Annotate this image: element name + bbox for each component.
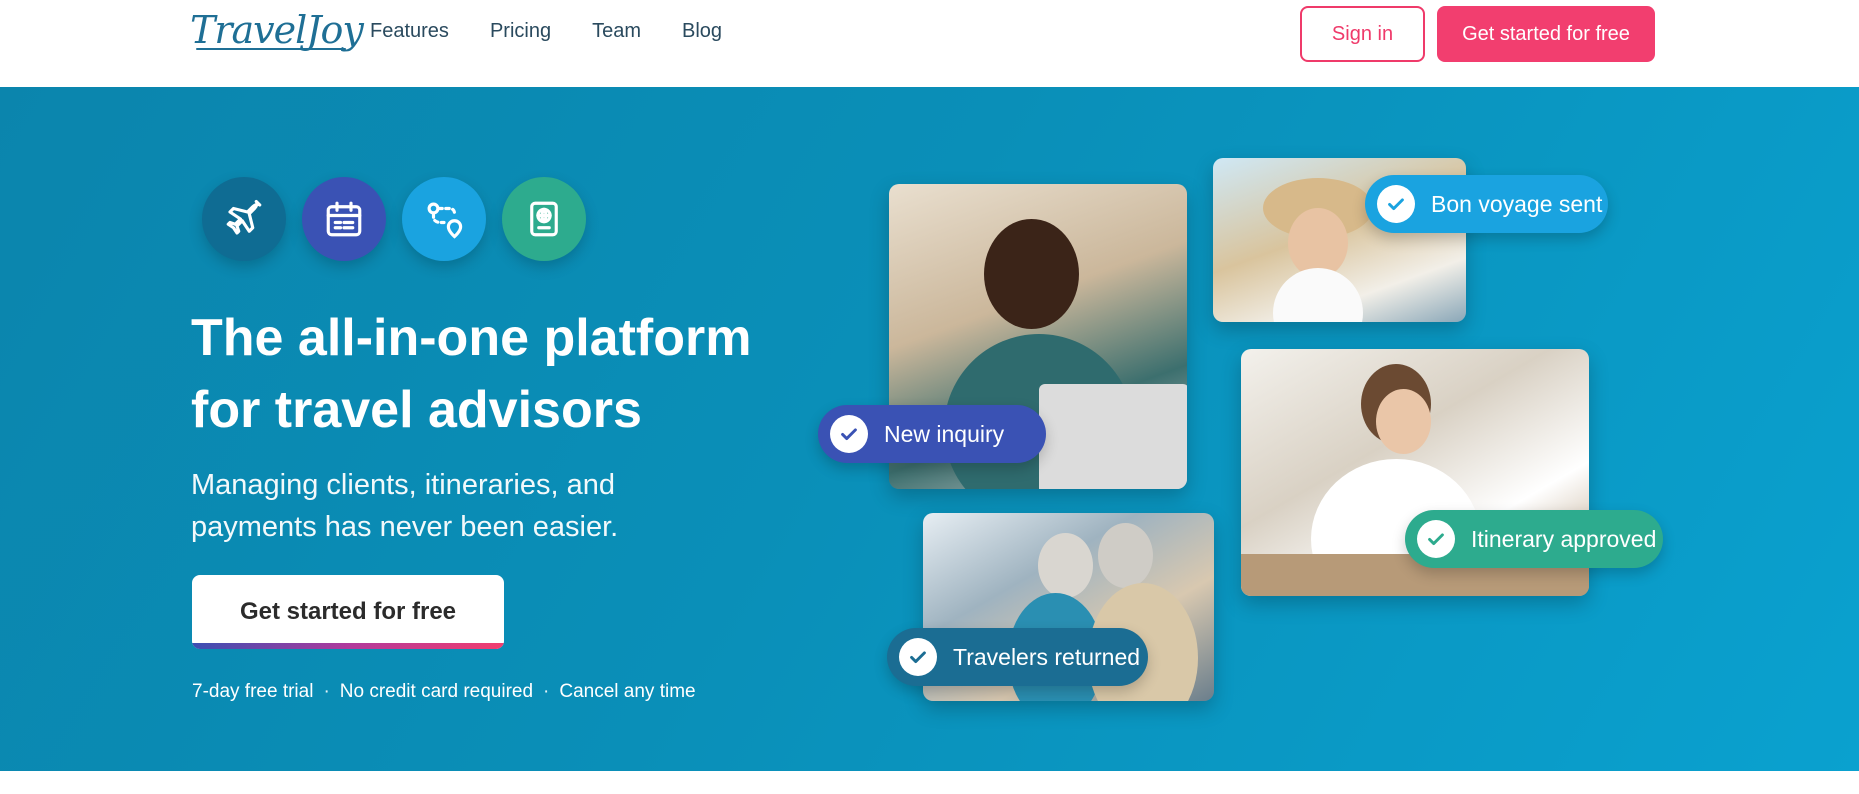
hero-section: The all-in-one platform for travel advis… bbox=[0, 87, 1859, 771]
get-started-header-button[interactable]: Get started for free bbox=[1437, 6, 1655, 62]
sign-in-button[interactable]: Sign in bbox=[1300, 6, 1425, 62]
get-started-hero-button[interactable]: Get started for free bbox=[192, 575, 504, 649]
separator-dot: · bbox=[323, 681, 330, 702]
trial-item-no-card: No credit card required bbox=[339, 681, 534, 702]
trial-item-cancel: Cancel any time bbox=[559, 681, 696, 702]
logo-underline bbox=[196, 48, 346, 50]
separator-dot: · bbox=[543, 681, 550, 702]
status-pill-bon-voyage: Bon voyage sent bbox=[1365, 175, 1608, 233]
page-bottom-strip bbox=[0, 771, 1859, 794]
trial-item-free-trial: 7-day free trial bbox=[192, 681, 314, 702]
nav-link-team[interactable]: Team bbox=[592, 20, 641, 43]
site-header: TravelJoy Features Pricing Team Blog Sig… bbox=[0, 0, 1859, 87]
passport-icon bbox=[502, 177, 586, 261]
headline-line-1: The all-in-one platform bbox=[191, 309, 752, 367]
hero-subheadline: Managing clients, itineraries, and payme… bbox=[191, 464, 711, 548]
status-pill-new-inquiry: New inquiry bbox=[818, 405, 1046, 463]
check-icon bbox=[1377, 185, 1415, 223]
nav-link-features[interactable]: Features bbox=[370, 20, 449, 43]
status-label: Bon voyage sent bbox=[1431, 190, 1603, 217]
travel-joy-logo[interactable]: TravelJoy bbox=[190, 8, 364, 52]
nav-link-pricing[interactable]: Pricing bbox=[490, 20, 551, 43]
airplane-icon bbox=[202, 177, 286, 261]
status-pill-travelers-returned: Travelers returned bbox=[887, 628, 1148, 686]
status-pill-itinerary-approved: Itinerary approved bbox=[1405, 510, 1663, 568]
subhead-line-2: payments has never been easier. bbox=[191, 511, 619, 543]
status-label: Travelers returned bbox=[953, 643, 1141, 670]
main-nav: Features Pricing Team Blog bbox=[370, 20, 722, 43]
hero-headline: The all-in-one platform for travel advis… bbox=[191, 302, 831, 446]
status-label: Itinerary approved bbox=[1471, 525, 1657, 552]
route-icon bbox=[402, 177, 486, 261]
status-label: New inquiry bbox=[884, 420, 1005, 447]
check-icon bbox=[1417, 520, 1455, 558]
feature-icons bbox=[202, 177, 586, 261]
check-icon bbox=[830, 415, 868, 453]
calendar-icon bbox=[302, 177, 386, 261]
headline-line-2: for travel advisors bbox=[191, 381, 642, 439]
nav-link-blog[interactable]: Blog bbox=[682, 20, 722, 43]
subhead-line-1: Managing clients, itineraries, and bbox=[191, 469, 615, 501]
check-icon bbox=[899, 638, 937, 676]
trial-info: 7-day free trial · No credit card requir… bbox=[192, 681, 696, 703]
